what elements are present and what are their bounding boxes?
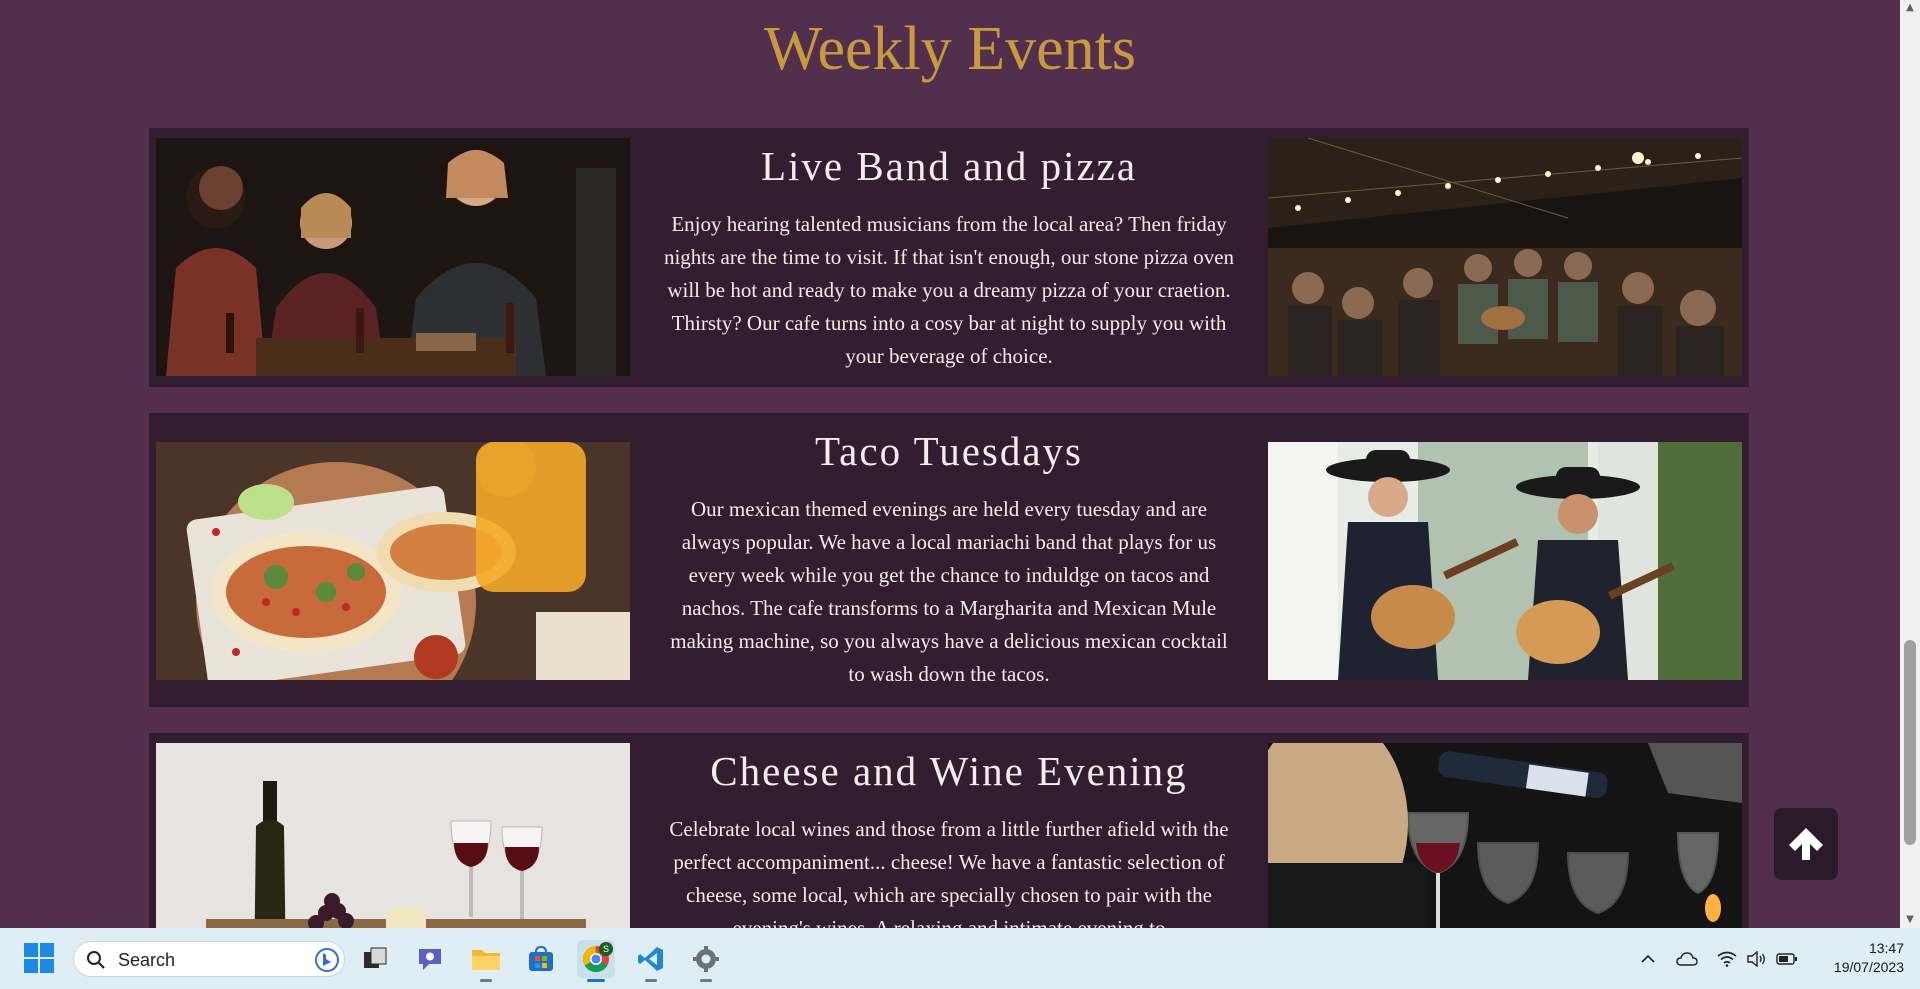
event-image-wine-and-grapes [156,743,630,928]
event-image-outdoor-concert [1268,138,1742,376]
event-title: Cheese and Wine Evening [710,748,1188,794]
chat-icon [419,949,441,970]
system-clock[interactable]: 13:47 19/07/2023 [1812,939,1904,977]
event-image-friends-at-night [156,138,630,376]
back-to-top-button[interactable] [1774,808,1838,880]
taskbar-teams-chat[interactable] [411,940,449,978]
taskbar-microsoft-store[interactable] [522,940,560,978]
wifi-icon[interactable] [1716,948,1738,970]
show-hidden-icons-chevron-icon[interactable] [1637,948,1659,970]
battery-icon[interactable] [1776,948,1798,970]
chrome-profile-badge: S [599,942,613,956]
section-title: Weekly Events [763,15,1137,83]
event-image-tacos [156,442,630,680]
event-title: Taco Tuesdays [815,428,1083,474]
volume-icon[interactable] [1746,948,1768,970]
taskbar: Search S 13:47 19/07/2023 [0,928,1920,989]
event-description: Enjoy hearing talented musicians from th… [663,212,1235,368]
event-card-cheese-wine: Cheese and Wine Evening Celebrate local … [149,733,1749,928]
running-indicator [587,979,605,982]
event-card-live-band: Live Band and pizza Enjoy hearing talent… [149,128,1749,387]
event-card-taco-tuesdays: Taco Tuesdays Our mexican themed evening… [149,413,1749,707]
taskbar-file-explorer[interactable] [467,940,505,982]
folder-icon [472,950,500,970]
running-indicator [480,979,492,982]
taskbar-vscode[interactable] [632,940,670,982]
event-text: Cheese and Wine Evening Celebrate local … [663,733,1235,928]
taskbar-search-box[interactable]: Search [73,941,345,977]
clock-date: 19/07/2023 [1833,959,1904,975]
task-view-icon [364,947,387,968]
event-text: Live Band and pizza Enjoy hearing talent… [663,128,1235,373]
event-image-mariachi-band [1268,442,1742,680]
event-description: Celebrate local wines and those from a l… [669,817,1229,928]
store-icon [529,945,553,971]
windows-start-icon[interactable] [24,943,54,973]
event-text: Taco Tuesdays Our mexican themed evening… [663,413,1235,691]
event-title: Live Band and pizza [760,143,1138,189]
event-image-wine-pouring [1268,743,1742,928]
event-description: Our mexican themed evenings are held eve… [670,497,1228,686]
taskbar-settings[interactable] [687,940,725,982]
vscode-icon [638,947,663,971]
running-indicator [645,979,657,982]
scroll-down-arrow-icon[interactable]: ▼ [1900,912,1920,928]
scroll-up-arrow-icon[interactable]: ▲ [1900,0,1920,16]
onedrive-cloud-icon[interactable] [1676,948,1698,970]
gear-icon [693,946,719,972]
taskbar-task-view[interactable] [356,940,394,978]
vertical-scrollbar[interactable]: ▲ ▼ [1900,0,1920,928]
taskbar-chrome[interactable]: S [577,940,615,982]
search-icon [87,951,105,969]
arrow-up-icon [1789,828,1823,860]
page-viewport: Weekly Events Live Band and pizza Enjoy … [0,0,1900,928]
scrollbar-thumb[interactable] [1904,640,1916,845]
clock-time: 13:47 [1868,940,1904,956]
search-placeholder: Search [118,950,176,970]
running-indicator [700,979,712,982]
bing-chat-icon[interactable] [314,947,340,973]
